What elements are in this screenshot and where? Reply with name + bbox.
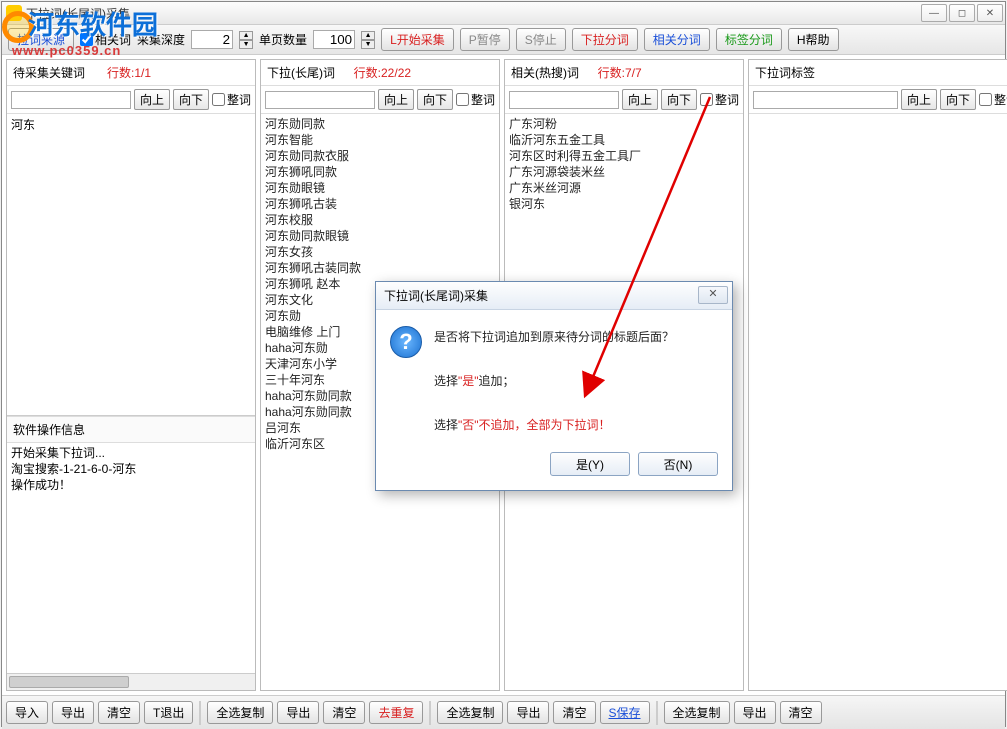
dialog-yes-button[interactable]: 是(Y) <box>550 452 630 476</box>
titlebar: 下拉词(长尾词)采集 — ◻ ✕ <box>2 2 1005 25</box>
start-button[interactable]: L开始采集 <box>381 28 454 51</box>
app-icon <box>6 5 22 21</box>
col2-search-input[interactable] <box>265 91 375 109</box>
col3-up-button[interactable]: 向上 <box>622 89 658 110</box>
col1-down-button[interactable]: 向下 <box>173 89 209 110</box>
list-item[interactable]: 河东勋同款衣服 <box>265 148 495 164</box>
source-button[interactable]: 拉词来源 <box>8 28 74 51</box>
g3-save[interactable]: S保存 <box>600 701 650 724</box>
list-item[interactable]: 广东米丝河源 <box>509 180 739 196</box>
list-item[interactable]: 河东勋眼镜 <box>265 180 495 196</box>
list-item[interactable]: 河东狮吼同款 <box>265 164 495 180</box>
depth-label: 采集深度 <box>137 31 185 48</box>
list-item[interactable]: 淘宝搜索-1-21-6-0-河东 <box>11 461 251 477</box>
col1-up-button[interactable]: 向上 <box>134 89 170 110</box>
info-title: 软件操作信息 <box>7 416 255 443</box>
pagesize-spinner[interactable]: ▲▼ <box>361 31 375 49</box>
toolbar: 拉词来源 相关词 采集深度 ▲▼ 单页数量 ▲▼ L开始采集 P暂停 S停止 下… <box>2 25 1005 55</box>
col4-down-button[interactable]: 向下 <box>940 89 976 110</box>
bottom-bar: 导入 导出 清空 T退出 全选复制 导出 清空 去重复 全选复制 导出 清空 S… <box>2 695 1005 729</box>
minimize-button[interactable]: — <box>921 4 947 22</box>
depth-input[interactable] <box>191 30 233 49</box>
g2-export[interactable]: 导出 <box>277 701 319 724</box>
col4-list[interactable] <box>749 114 1007 690</box>
g4-export[interactable]: 导出 <box>734 701 776 724</box>
list-item[interactable]: 河东狮吼古装同款 <box>265 260 495 276</box>
depth-spinner[interactable]: ▲▼ <box>239 31 253 49</box>
list-item[interactable]: 河东智能 <box>265 132 495 148</box>
tag-split-button[interactable]: 标签分词 <box>716 28 782 51</box>
maximize-button[interactable]: ◻ <box>949 4 975 22</box>
col2-count: 行数:22/22 <box>354 64 411 81</box>
col3-whole-checkbox[interactable]: 整词 <box>700 91 739 108</box>
col3-search-input[interactable] <box>509 91 619 109</box>
list-item[interactable]: 银河东 <box>509 196 739 212</box>
stop-button[interactable]: S停止 <box>516 28 566 51</box>
col1-title: 待采集关键词 <box>13 64 85 81</box>
col3-down-button[interactable]: 向下 <box>661 89 697 110</box>
dialog-text: 是否将下拉词追加到原来待分词的标题后面？ 选择"是"追加； 选择"否"不追加，全… <box>434 326 674 436</box>
related-checkbox[interactable]: 相关词 <box>80 31 131 48</box>
col1-list[interactable]: 河东 <box>7 114 255 416</box>
keywords-panel: 待采集关键词 行数:1/1 向上 向下 整词 河东 软件操作信息 开始采集下拉词… <box>6 59 256 691</box>
g3-selcopy[interactable]: 全选复制 <box>437 701 503 724</box>
list-item[interactable]: 广东河源袋装米丝 <box>509 164 739 180</box>
list-item[interactable]: 河东女孩 <box>265 244 495 260</box>
list-item[interactable]: 广东河粉 <box>509 116 739 132</box>
col3-count: 行数:7/7 <box>598 64 642 81</box>
list-item[interactable]: 河东勋同款眼镜 <box>265 228 495 244</box>
dropdown-split-button[interactable]: 下拉分词 <box>572 28 638 51</box>
g1-clear[interactable]: 清空 <box>98 701 140 724</box>
col4-whole-checkbox[interactable]: 整词 <box>979 91 1007 108</box>
tags-panel: 下拉词标签 向上 向下 整词 <box>748 59 1007 691</box>
g3-export[interactable]: 导出 <box>507 701 549 724</box>
list-item[interactable]: 河东校服 <box>265 212 495 228</box>
g2-dedup[interactable]: 去重复 <box>369 701 423 724</box>
info-body[interactable]: 开始采集下拉词...淘宝搜索-1-21-6-0-河东操作成功！ <box>7 443 255 673</box>
col2-down-button[interactable]: 向下 <box>417 89 453 110</box>
window-title: 下拉词(长尾词)采集 <box>26 5 130 22</box>
col2-up-button[interactable]: 向上 <box>378 89 414 110</box>
g4-clear[interactable]: 清空 <box>780 701 822 724</box>
g2-clear[interactable]: 清空 <box>323 701 365 724</box>
pagesize-label: 单页数量 <box>259 31 307 48</box>
close-button[interactable]: ✕ <box>977 4 1003 22</box>
list-item[interactable]: 开始采集下拉词... <box>11 445 251 461</box>
col1-whole-checkbox[interactable]: 整词 <box>212 91 251 108</box>
dialog-close-button[interactable]: ✕ <box>698 286 728 304</box>
help-button[interactable]: H帮助 <box>788 28 839 51</box>
col4-search-input[interactable] <box>753 91 898 109</box>
related-split-button[interactable]: 相关分词 <box>644 28 710 51</box>
g1-exit[interactable]: T退出 <box>144 701 193 724</box>
g2-selcopy[interactable]: 全选复制 <box>207 701 273 724</box>
col1-search-input[interactable] <box>11 91 131 109</box>
dialog-no-button[interactable]: 否(N) <box>638 452 718 476</box>
list-item[interactable]: 临沂河东五金工具 <box>509 132 739 148</box>
list-item[interactable]: 操作成功！ <box>11 477 251 493</box>
col1-count: 行数:1/1 <box>107 64 151 81</box>
pause-button[interactable]: P暂停 <box>460 28 510 51</box>
g4-selcopy[interactable]: 全选复制 <box>664 701 730 724</box>
list-item[interactable]: 河东 <box>11 116 251 133</box>
pagesize-input[interactable] <box>313 30 355 49</box>
col4-title: 下拉词标签 <box>755 64 815 81</box>
question-icon: ? <box>390 326 422 358</box>
g1-export[interactable]: 导出 <box>52 701 94 724</box>
col2-whole-checkbox[interactable]: 整词 <box>456 91 495 108</box>
g3-clear[interactable]: 清空 <box>553 701 595 724</box>
col2-title: 下拉(长尾)词 <box>267 64 335 81</box>
col4-up-button[interactable]: 向上 <box>901 89 937 110</box>
g1-import[interactable]: 导入 <box>6 701 48 724</box>
col1-hscroll[interactable] <box>7 673 255 690</box>
confirm-dialog: 下拉词(长尾词)采集 ✕ ? 是否将下拉词追加到原来待分词的标题后面？ 选择"是… <box>375 281 733 491</box>
dialog-title: 下拉词(长尾词)采集 <box>384 287 488 304</box>
col3-title: 相关(热搜)词 <box>511 64 579 81</box>
list-item[interactable]: 河东狮吼古装 <box>265 196 495 212</box>
list-item[interactable]: 河东勋同款 <box>265 116 495 132</box>
list-item[interactable]: 河东区时利得五金工具厂 <box>509 148 739 164</box>
